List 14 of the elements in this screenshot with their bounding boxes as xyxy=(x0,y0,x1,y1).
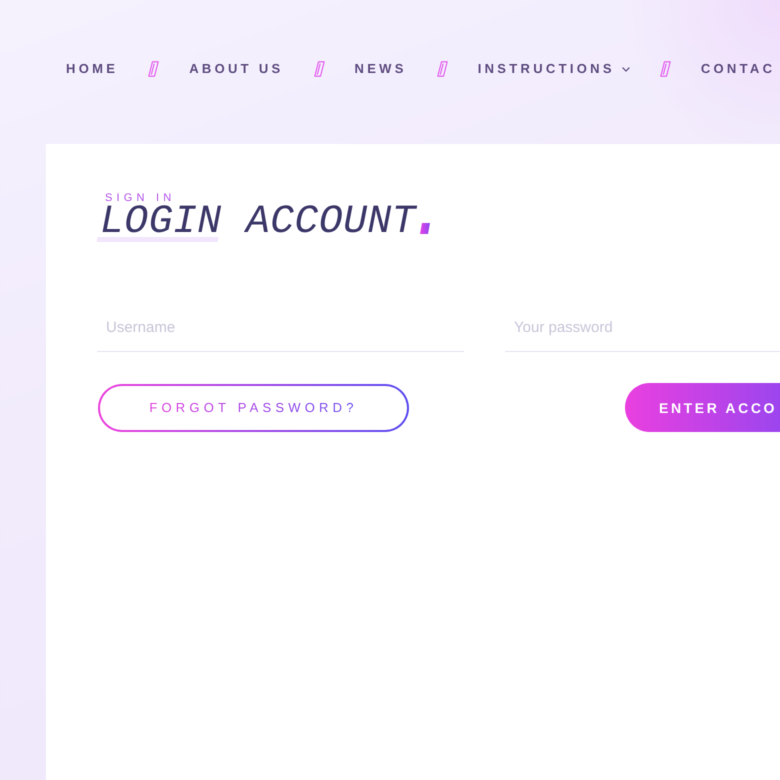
nav-link[interactable]: CONTAC xyxy=(700,61,776,77)
eyebrow-label: SIGN IN xyxy=(105,192,176,205)
nav-link[interactable]: HOME xyxy=(66,61,118,77)
enter-account-button[interactable]: ENTER ACCO xyxy=(625,383,780,432)
slanted-bar-icon xyxy=(436,61,448,77)
slanted-bar-icon xyxy=(148,61,160,77)
slanted-bar-icon xyxy=(314,61,324,77)
forgot-password-button[interactable]: FORGOT PASSWORD? xyxy=(98,384,409,432)
nav-link[interactable]: INSTRUCTIONS xyxy=(478,61,630,77)
password-field[interactable]: Your password xyxy=(505,310,780,352)
nav-link[interactable]: ABOUT US xyxy=(189,61,284,77)
nav-link[interactable]: NEWS xyxy=(354,61,407,77)
username-field[interactable]: Username xyxy=(97,310,464,352)
slanted-bar-icon xyxy=(660,61,671,77)
